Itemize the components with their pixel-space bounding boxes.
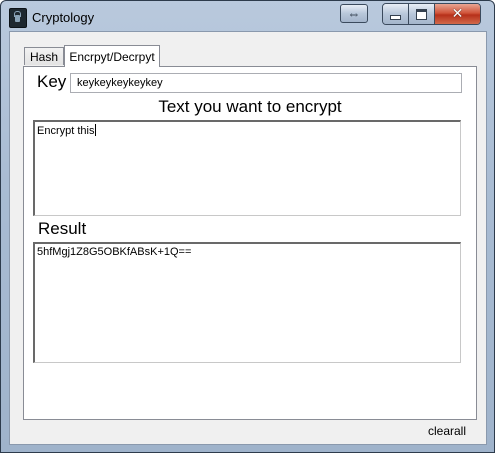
resize-arrows-button[interactable]: ⇔ xyxy=(340,4,368,23)
result-value: 5hfMgj1Z8G5OBKfABsK+1Q== xyxy=(37,246,192,258)
caption-buttons: ✕ xyxy=(382,3,481,25)
maximize-icon xyxy=(416,8,427,20)
lock-icon xyxy=(9,8,27,28)
client-area: Hash Encrpyt/Decrpyt Key keykeykeykeykey… xyxy=(9,31,487,445)
encrypt-tab-page: Key keykeykeykeykey Text you want to enc… xyxy=(23,66,477,420)
clear-all-label: clearall xyxy=(427,424,466,438)
key-label: Key xyxy=(37,72,67,91)
tab-encrypt-decrypt-label: Encrpyt/Decrpyt xyxy=(69,49,155,64)
clear-all-button[interactable]: clearall xyxy=(423,422,471,440)
minimize-button[interactable] xyxy=(383,4,409,24)
result-heading: Result xyxy=(38,219,87,238)
key-input[interactable]: keykeykeykeykey xyxy=(70,73,462,93)
plaintext-value: Encrypt this xyxy=(37,125,95,137)
result-output[interactable]: 5hfMgj1Z8G5OBKfABsK+1Q== xyxy=(33,242,461,363)
minimize-icon xyxy=(390,14,401,20)
close-icon: ✕ xyxy=(451,6,464,22)
window-title: Cryptology xyxy=(32,10,95,25)
app-window: Cryptology ⇔ ✕ Hash Encrpyt/Decrpyt Key … xyxy=(0,0,495,453)
title-bar[interactable]: Cryptology ⇔ ✕ xyxy=(1,1,494,31)
text-caret xyxy=(95,124,97,136)
plaintext-input[interactable]: Encrypt this xyxy=(33,120,461,216)
close-button[interactable]: ✕ xyxy=(435,4,480,24)
double-arrow-icon: ⇔ xyxy=(347,6,361,21)
tab-encrypt-decrypt[interactable]: Encrpyt/Decrpyt xyxy=(64,45,160,67)
tab-hash[interactable]: Hash xyxy=(24,47,64,65)
plaintext-heading: Text you want to encrypt xyxy=(158,97,342,116)
tab-hash-label: Hash xyxy=(29,49,58,64)
maximize-button[interactable] xyxy=(409,4,435,24)
